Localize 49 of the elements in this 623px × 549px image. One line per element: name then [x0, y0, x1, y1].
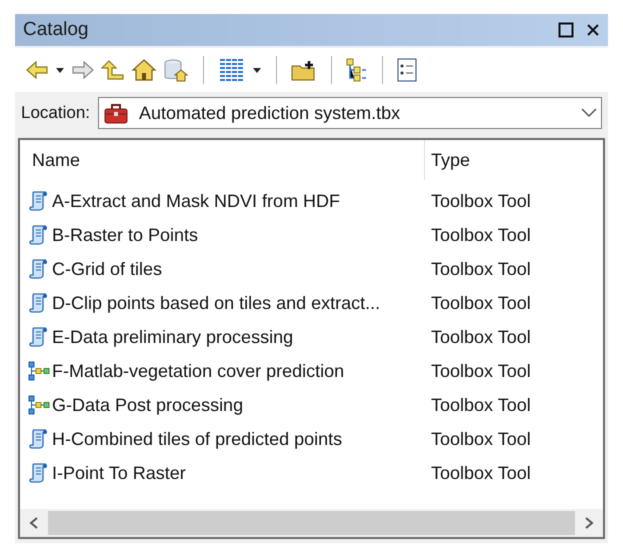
item-type: Toolbox Tool	[430, 360, 531, 382]
item-name[interactable]: A-Extract and Mask NDVI from HDF	[52, 188, 340, 214]
script-icon	[28, 462, 50, 484]
column-header[interactable]: Name	[20, 140, 425, 180]
list-view-icon[interactable]	[218, 58, 246, 82]
script-icon	[28, 224, 50, 246]
item-type: Toolbox Tool	[430, 428, 531, 450]
forward-arrow-icon[interactable]	[71, 59, 95, 81]
location-label: Location:	[21, 102, 90, 124]
maximize-icon[interactable]	[558, 22, 574, 38]
item-type: Toolbox Tool	[430, 190, 531, 212]
chevron-down-icon	[581, 108, 597, 118]
item-name[interactable]: C-Grid of tiles	[52, 256, 162, 282]
dropdown-caret-icon[interactable]	[55, 66, 65, 74]
item-name[interactable]: B-Raster to Points	[52, 222, 198, 248]
scrollbar-thumb[interactable]	[48, 511, 575, 535]
back-arrow-icon[interactable]	[25, 59, 49, 81]
up-arrow-icon[interactable]	[101, 59, 125, 81]
script-icon	[28, 326, 50, 348]
model-icon	[28, 394, 50, 416]
item-name[interactable]: E-Data preliminary processing	[52, 324, 294, 350]
script-icon	[28, 190, 50, 212]
tree-view-icon[interactable]	[346, 58, 368, 82]
item-type: Toolbox Tool	[430, 462, 531, 484]
location-value: Automated prediction system.tbx	[139, 102, 402, 125]
script-icon	[28, 292, 50, 314]
item-type: Toolbox Tool	[430, 326, 531, 348]
dropdown-caret-icon[interactable]	[252, 66, 262, 74]
location-dropdown[interactable]: Automated prediction system.tbx	[98, 97, 602, 129]
column-header[interactable]: Type	[425, 140, 603, 180]
horizontal-scrollbar[interactable]	[20, 509, 603, 537]
details-icon[interactable]	[397, 58, 417, 82]
close-icon[interactable]	[586, 23, 600, 37]
model-icon	[28, 360, 50, 382]
item-type: Toolbox Tool	[430, 224, 531, 246]
home-icon[interactable]	[131, 58, 157, 82]
item-name[interactable]: F-Matlab-vegetation cover prediction	[52, 358, 344, 384]
folder-add-icon[interactable]	[291, 59, 317, 81]
window-title: Catalog	[23, 18, 90, 42]
item-type: Toolbox Tool	[430, 292, 531, 314]
item-type: Toolbox Tool	[430, 258, 531, 280]
item-name[interactable]: D-Clip points based on tiles and extract...	[52, 290, 380, 316]
item-name[interactable]: H-Combined tiles of predicted points	[52, 426, 342, 452]
script-icon	[28, 258, 50, 280]
database-home-icon[interactable]	[163, 58, 189, 82]
item-name[interactable]: G-Data Post processing	[52, 392, 244, 418]
item-type: Toolbox Tool	[430, 394, 531, 416]
script-icon	[28, 428, 50, 450]
item-name[interactable]: I-Point To Raster	[52, 460, 186, 486]
